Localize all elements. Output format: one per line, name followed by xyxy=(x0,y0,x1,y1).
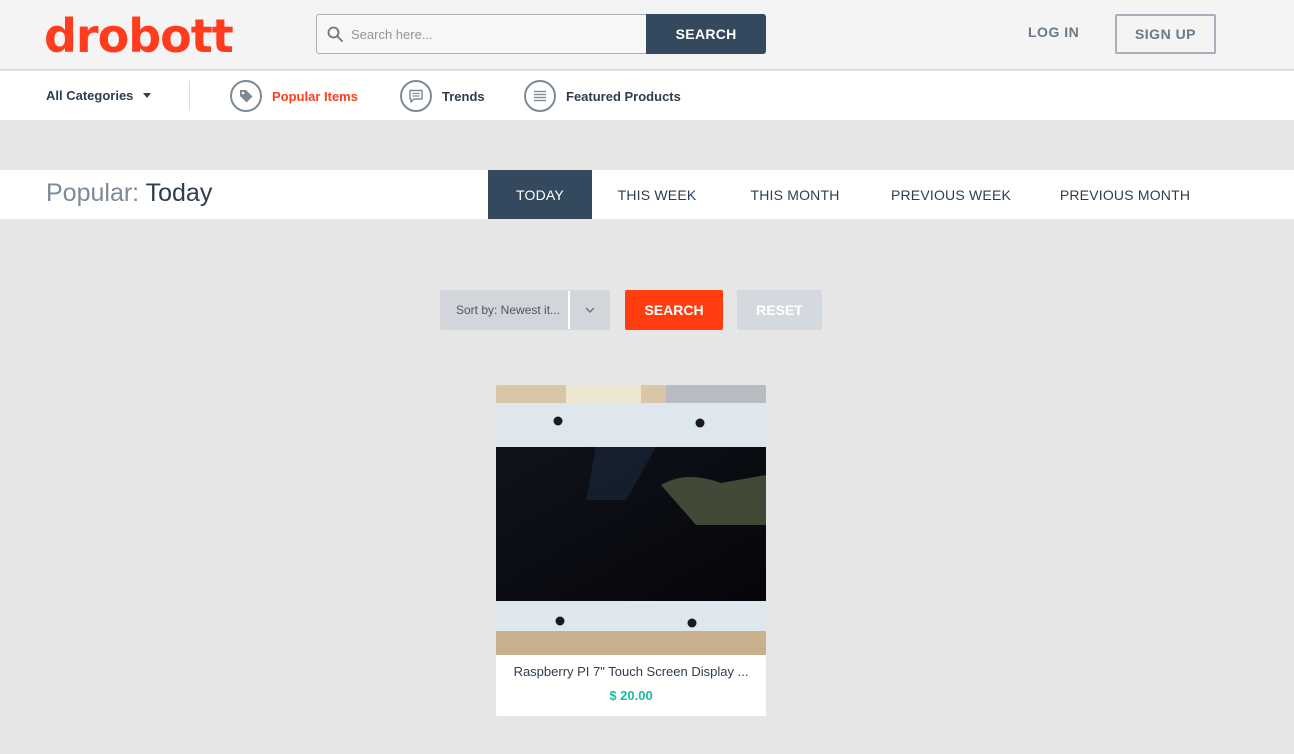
logo-image: drobott xyxy=(44,9,234,63)
nav-divider xyxy=(189,81,190,110)
product-card[interactable]: Raspberry PI 7" Touch Screen Display ...… xyxy=(496,385,766,716)
tab-this-month[interactable]: THIS MONTH xyxy=(735,170,855,219)
logo-wordmark: drobott xyxy=(44,9,233,60)
tab-previous-week[interactable]: PREVIOUS WEEK xyxy=(880,170,1022,219)
site-header: drobott SEARCH LOG IN SIGN UP xyxy=(0,0,1294,70)
category-nav: All Categories Popular Items Trends Feat… xyxy=(0,71,1294,120)
search-field[interactable] xyxy=(316,14,647,54)
tab-previous-month[interactable]: PREVIOUS MONTH xyxy=(1046,170,1204,219)
chevron-down-icon xyxy=(570,307,610,313)
login-link[interactable]: LOG IN xyxy=(1028,24,1079,40)
tab-today[interactable]: TODAY xyxy=(488,170,592,219)
page-title-label: Popular: xyxy=(46,179,140,207)
tag-icon xyxy=(230,80,262,112)
page-title-period: Today xyxy=(145,179,213,207)
caret-down-icon xyxy=(143,93,152,98)
nav-item-trends[interactable]: Trends xyxy=(400,80,485,112)
product-image[interactable] xyxy=(496,385,766,655)
product-name[interactable]: Raspberry PI 7" Touch Screen Display ... xyxy=(496,664,766,679)
search-icon xyxy=(327,26,343,42)
page-title: Popular: Today xyxy=(46,179,212,208)
sort-select-value: Sort by: Newest it... xyxy=(456,303,561,317)
list-icon xyxy=(524,80,556,112)
all-categories-label: All Categories xyxy=(46,88,134,103)
popular-bar: Popular: Today TODAY THIS WEEK THIS MONT… xyxy=(0,170,1294,219)
header-search-button[interactable]: SEARCH xyxy=(646,14,766,54)
tab-this-week[interactable]: THIS WEEK xyxy=(604,170,710,219)
filter-search-button[interactable]: SEARCH xyxy=(625,290,723,330)
signup-button[interactable]: SIGN UP xyxy=(1115,14,1216,54)
header-search: SEARCH xyxy=(316,14,766,54)
filter-reset-button[interactable]: RESET xyxy=(737,290,822,330)
sort-select[interactable]: Sort by: Newest it... xyxy=(440,290,610,330)
nav-item-featured-products[interactable]: Featured Products xyxy=(524,80,681,112)
nav-item-label: Popular Items xyxy=(272,88,358,104)
nav-item-label: Trends xyxy=(442,88,485,104)
all-categories-dropdown[interactable]: All Categories xyxy=(46,88,152,103)
chat-bubble-icon xyxy=(400,80,432,112)
product-price: $ 20.00 xyxy=(609,688,653,703)
search-input[interactable] xyxy=(351,26,631,42)
drobott-logo[interactable]: drobott xyxy=(44,8,264,63)
nav-item-popular-items[interactable]: Popular Items xyxy=(230,80,358,112)
nav-item-label: Featured Products xyxy=(566,88,681,104)
